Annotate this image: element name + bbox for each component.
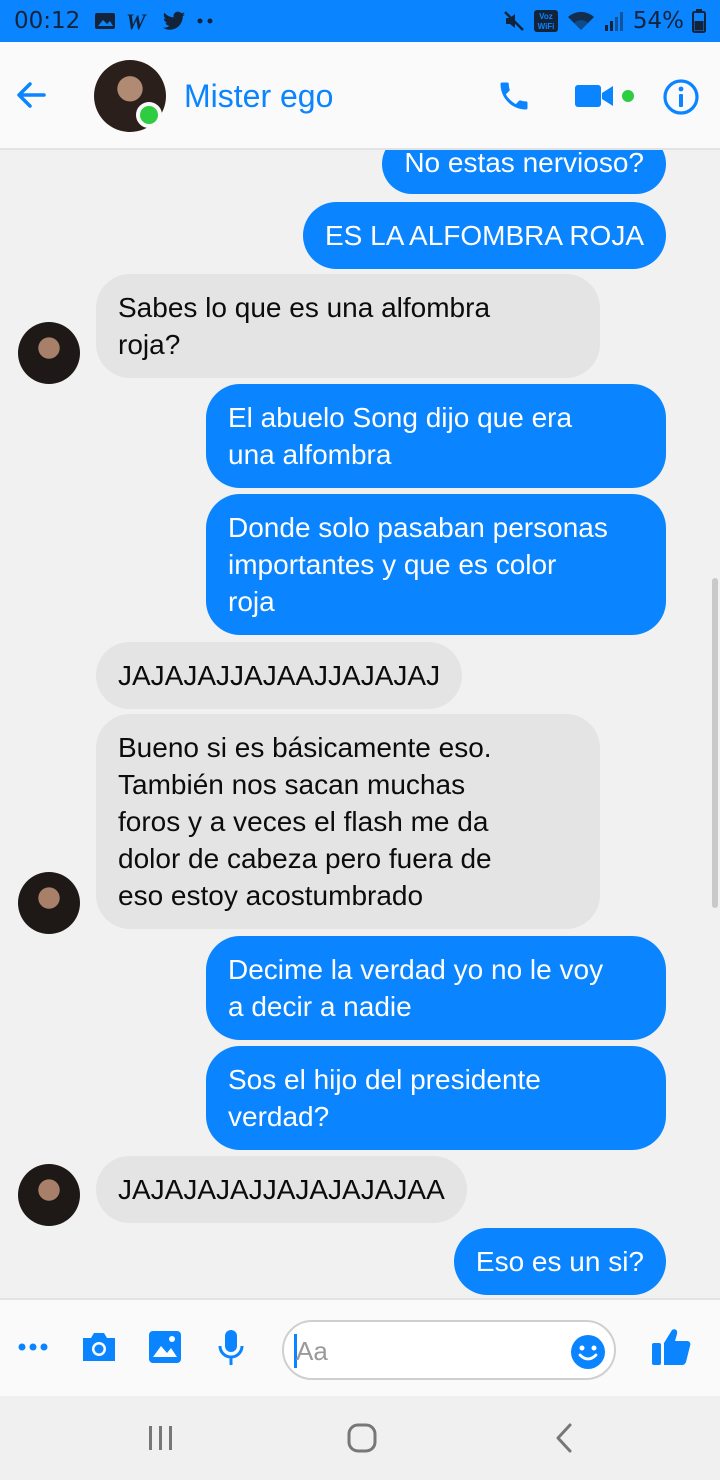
contact-avatar-small[interactable]	[18, 322, 80, 384]
video-call-icon[interactable]	[574, 82, 614, 110]
voz-wifi-icon: VozWiFi	[533, 10, 558, 32]
signal-icon	[604, 12, 623, 31]
message-incoming[interactable]: Sabes lo que es una alfombra roja?	[96, 274, 600, 378]
message-outgoing[interactable]: El abuelo Song dijo que era una alfombra	[206, 384, 666, 488]
message-outgoing[interactable]: Eso es un si?	[453, 1228, 666, 1295]
message-input-container[interactable]	[282, 1320, 616, 1380]
status-left-icons: W	[94, 11, 214, 31]
status-right-icons: Voz WiFi 54%	[503, 8, 706, 34]
wifi-icon	[567, 11, 594, 30]
message-input[interactable]	[296, 1334, 566, 1368]
more-options-icon[interactable]	[18, 1340, 48, 1354]
gallery-icon	[95, 13, 116, 29]
message-outgoing[interactable]: Decime la verdad yo no le voy a decir a …	[206, 936, 666, 1040]
battery-percent: 54%	[632, 8, 684, 34]
system-navigation-bar	[0, 1396, 720, 1480]
message-outgoing[interactable]: Sos el hijo del presidente verdad?	[206, 1046, 666, 1150]
w-icon: W	[126, 11, 147, 31]
svg-text:W: W	[126, 11, 147, 31]
battery-icon	[692, 9, 706, 33]
contact-avatar-small[interactable]	[18, 1164, 80, 1226]
conversation-header: Mister ego	[0, 42, 720, 150]
info-icon[interactable]	[662, 78, 700, 116]
recent-apps-icon[interactable]	[146, 1424, 176, 1452]
camera-icon[interactable]	[80, 1330, 118, 1364]
message-composer	[0, 1298, 720, 1396]
message-outgoing[interactable]: Donde solo pasaban personas importantes …	[206, 494, 666, 635]
message-outgoing[interactable]: No estas nervioso?	[382, 150, 666, 194]
twitter-icon	[163, 11, 186, 30]
video-active-dot	[622, 90, 634, 102]
svg-text:Voz: Voz	[539, 12, 553, 21]
message-incoming[interactable]: Bueno si es básicamente eso. También nos…	[96, 714, 600, 929]
phone-call-icon[interactable]	[496, 78, 532, 114]
mute-icon	[503, 11, 524, 31]
back-arrow-icon[interactable]	[14, 78, 48, 112]
scrollbar-thumb[interactable]	[712, 578, 718, 908]
microphone-icon[interactable]	[216, 1328, 246, 1368]
message-incoming[interactable]: JAJAJAJJAJAAJJAJAJAJ	[96, 642, 463, 709]
message-list[interactable]: No estas nervioso? ES LA ALFOMBRA ROJA S…	[0, 150, 720, 1298]
online-status-dot	[136, 102, 162, 128]
message-incoming[interactable]: JAJAJAJAJJAJAJAJAJAA	[96, 1156, 467, 1223]
message-outgoing[interactable]: ES LA ALFOMBRA ROJA	[302, 202, 666, 269]
svg-text:WiFi: WiFi	[537, 22, 554, 31]
status-bar: 00:12 W Voz WiFi 54%	[0, 0, 720, 42]
back-nav-icon[interactable]	[552, 1422, 576, 1454]
home-icon[interactable]	[346, 1422, 378, 1454]
like-thumbs-up-icon[interactable]	[650, 1326, 692, 1368]
contact-name[interactable]: Mister ego	[184, 78, 333, 115]
emoji-icon[interactable]	[570, 1334, 606, 1370]
contact-avatar-small[interactable]	[18, 872, 80, 934]
status-time: 00:12	[14, 8, 81, 34]
more-dots-icon	[197, 18, 213, 24]
gallery-photo-icon[interactable]	[148, 1330, 182, 1364]
